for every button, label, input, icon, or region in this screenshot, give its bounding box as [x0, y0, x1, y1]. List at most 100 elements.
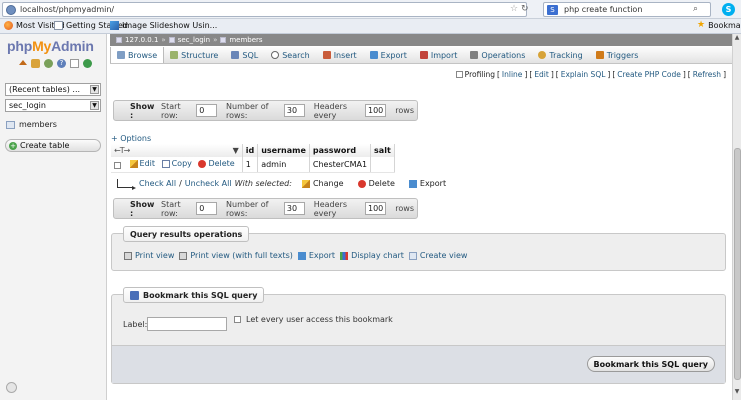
recent-tables-select[interactable]: (Recent tables) ... ▼: [5, 83, 101, 96]
print-view-link[interactable]: Print view: [124, 251, 174, 260]
breadcrumb-server[interactable]: 127.0.0.1: [125, 36, 158, 44]
tree-item-label: members: [19, 120, 57, 129]
num-rows-label: Number of rows:: [226, 101, 269, 120]
globe-icon: [6, 5, 16, 15]
num-rows-input[interactable]: 30: [283, 104, 305, 117]
create-php-code-link[interactable]: Create PHP Code: [617, 70, 681, 79]
column-header-username[interactable]: username: [257, 144, 310, 157]
bookmark-label-input[interactable]: [147, 317, 227, 331]
database-select[interactable]: sec_login ▼: [5, 99, 101, 112]
top-menu: Browse Structure SQL Search Insert Expor…: [110, 47, 732, 64]
edit-link[interactable]: Edit: [534, 70, 549, 79]
bookmarks-menu[interactable]: ★ Bookmarks: [697, 21, 741, 31]
refresh-link[interactable]: Refresh: [693, 70, 721, 79]
profiling-bar: Profiling [Inline] [Edit] [Explain SQL] …: [110, 69, 726, 80]
show-button[interactable]: Show :: [130, 102, 155, 120]
start-row-input[interactable]: 0: [196, 202, 218, 215]
column-arrows[interactable]: ←T→: [114, 146, 130, 155]
show-button[interactable]: Show :: [130, 200, 155, 218]
cell-id[interactable]: 1: [242, 157, 259, 173]
options-link[interactable]: + Options: [111, 134, 151, 143]
explain-sql-link[interactable]: Explain SQL: [561, 70, 606, 79]
num-rows-input[interactable]: 30: [283, 202, 305, 215]
bookmark-public-checkbox[interactable]: [234, 316, 241, 323]
tab-triggers[interactable]: Triggers: [590, 47, 646, 63]
help-icon[interactable]: ?: [57, 59, 66, 68]
tab-import[interactable]: Import: [414, 47, 465, 63]
bracket: ]: [524, 70, 528, 79]
copy-row-button[interactable]: Copy: [161, 159, 192, 168]
tab-tracking[interactable]: Tracking: [532, 47, 589, 63]
bracket: ]: [607, 70, 611, 79]
url-field[interactable]: localhost/phpmyadmin/ ☆ ↻: [2, 2, 529, 17]
change-selected-button[interactable]: Change: [301, 179, 344, 188]
print-view-full-link[interactable]: Print view (with full texts): [179, 251, 293, 260]
bookmark-submit-button[interactable]: Bookmark this SQL query: [586, 356, 715, 372]
tab-insert[interactable]: Insert: [317, 47, 364, 63]
phpmyadmin-logo[interactable]: phpMyAdmin: [7, 38, 94, 54]
display-chart-link[interactable]: Display chart: [340, 251, 404, 260]
export-link[interactable]: Export: [297, 251, 336, 260]
tab-export[interactable]: Export: [364, 47, 414, 63]
magnifier-icon[interactable]: ⌕: [693, 4, 698, 14]
tab-browse[interactable]: Browse: [110, 47, 165, 63]
breadcrumb-separator: »: [213, 36, 218, 44]
start-row-input[interactable]: 0: [196, 104, 218, 117]
firefox-icon: [4, 21, 13, 30]
tab-label: Tracking: [549, 50, 583, 60]
headers-every-input[interactable]: 100: [365, 202, 387, 215]
create-view-link[interactable]: Create view: [408, 251, 467, 260]
star-icon[interactable]: ☆: [510, 4, 518, 14]
breadcrumb-table[interactable]: members: [229, 36, 262, 44]
reload-nav-icon[interactable]: [83, 59, 92, 68]
sort-icon[interactable]: ▼: [233, 146, 239, 155]
bookmark-image-slideshow[interactable]: Image Slideshow Usin...: [110, 21, 217, 30]
page-scrollbar[interactable]: ▲ ▼: [732, 34, 741, 400]
delete-row-button[interactable]: Delete: [198, 159, 235, 168]
query-window-icon[interactable]: [44, 59, 53, 68]
skype-icon[interactable]: S: [722, 3, 735, 16]
home-icon[interactable]: [19, 60, 27, 65]
settings-icon[interactable]: [6, 382, 17, 393]
sql-icon: [231, 51, 240, 59]
headers-every-input[interactable]: 100: [365, 104, 387, 117]
documentation-icon[interactable]: [70, 59, 79, 68]
cell-salt[interactable]: [370, 157, 395, 173]
search-engine-icon[interactable]: S: [547, 5, 558, 15]
edit-row-button[interactable]: Edit: [129, 159, 155, 168]
tab-sql[interactable]: SQL: [225, 47, 265, 63]
uncheck-all-link[interactable]: Uncheck All: [185, 179, 232, 188]
arrow-ltr-icon: [117, 179, 136, 190]
server-icon: [116, 37, 122, 43]
row-actions: Edit Copy Delete: [111, 157, 243, 173]
create-table-button[interactable]: + Create table: [5, 139, 101, 152]
inline-link[interactable]: Inline: [502, 70, 523, 79]
tab-search[interactable]: Search: [265, 47, 316, 63]
column-header-id[interactable]: id: [242, 144, 259, 157]
logout-icon[interactable]: [31, 59, 40, 68]
scroll-up-icon[interactable]: ▲: [733, 34, 741, 42]
tab-label: Export: [380, 50, 407, 60]
export-label: Export: [308, 251, 336, 260]
delete-selected-button[interactable]: Delete: [357, 179, 395, 188]
breadcrumb-database[interactable]: sec_login: [178, 36, 210, 44]
logo-my: My: [32, 38, 52, 54]
scroll-thumb[interactable]: [734, 148, 741, 380]
cell-password[interactable]: ChesterCMA1: [309, 157, 372, 173]
create-table-label: Create table: [20, 141, 70, 150]
export-selected-button[interactable]: Export: [408, 179, 446, 188]
row-checkbox[interactable]: [114, 161, 121, 169]
logo-admin: Admin: [51, 38, 94, 54]
column-header-salt[interactable]: salt: [370, 144, 395, 157]
check-all-link[interactable]: Check All: [139, 179, 176, 188]
cell-username[interactable]: admin: [257, 157, 310, 173]
scroll-down-icon[interactable]: ▼: [733, 388, 741, 396]
tab-structure[interactable]: Structure: [164, 47, 225, 63]
browser-search-field[interactable]: S php create function ⌕: [543, 2, 711, 17]
tree-item-members[interactable]: members: [6, 120, 57, 129]
reload-icon[interactable]: ↻: [521, 4, 529, 14]
url-text: localhost/phpmyadmin/: [20, 5, 115, 14]
profiling-checkbox[interactable]: [455, 71, 463, 78]
column-header-password[interactable]: password: [309, 144, 372, 157]
tab-operations[interactable]: Operations: [464, 47, 532, 63]
